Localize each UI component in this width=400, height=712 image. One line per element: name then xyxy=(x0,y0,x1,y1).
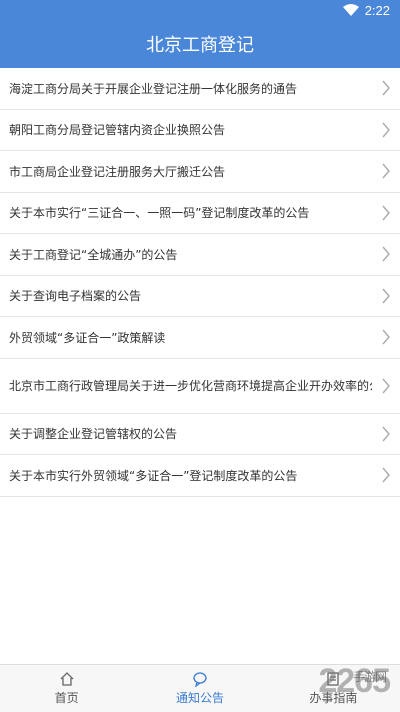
list-item-label: 关于本市实行“三证合一、一照一码”登记制度改革的公告 xyxy=(9,206,310,221)
status-bar: 2:22 xyxy=(0,0,400,20)
list-item-label: 关于本市实行外贸领域“多证合一”登记制度改革的公告 xyxy=(9,468,298,483)
list-item-label: 北京市工商行政管理局关于进一步优化营商环境提高企业开办效率的公告 xyxy=(9,379,372,393)
tab-home-label: 首页 xyxy=(54,691,79,705)
list-item[interactable]: 关于调整企业登记管辖权的公告 xyxy=(0,414,400,455)
list-item[interactable]: 外贸领域“多证合一”政策解读 xyxy=(0,317,400,359)
chevron-right-icon xyxy=(382,122,390,138)
list-item-label: 朝阳工商分局登记管辖内资企业换照公告 xyxy=(9,123,226,138)
list-item-label: 关于调整企业登记管辖权的公告 xyxy=(9,427,178,442)
status-time: 2:22 xyxy=(364,2,390,18)
notice-list: 海淀工商分局关于开展企业登记注册一体化服务的通告 朝阳工商分局登记管辖内资企业换… xyxy=(0,68,400,497)
chevron-right-icon xyxy=(382,80,390,96)
list-item-label: 外贸领域“多证合一”政策解读 xyxy=(9,330,166,345)
list-item[interactable]: 关于查询电子档案的公告 xyxy=(0,276,400,317)
chevron-right-icon xyxy=(382,163,390,179)
chevron-right-icon xyxy=(382,426,390,442)
list-item[interactable]: 北京市工商行政管理局关于进一步优化营商环境提高企业开办效率的公告 xyxy=(0,359,400,414)
chat-icon xyxy=(193,672,207,687)
watermark: 2265 手游网 xyxy=(318,662,391,701)
list-item[interactable]: 海淀工商分局关于开展企业登记注册一体化服务的通告 xyxy=(0,68,400,110)
list-item[interactable]: 朝阳工商分局登记管辖内资企业换照公告 xyxy=(0,110,400,151)
chevron-right-icon xyxy=(382,205,390,221)
chevron-right-icon xyxy=(382,378,390,393)
chevron-right-icon xyxy=(382,329,390,345)
tab-notices[interactable]: 通知公告 xyxy=(133,665,266,712)
list-item-label: 市工商局企业登记注册服务大厅搬迁公告 xyxy=(9,164,226,179)
chevron-right-icon xyxy=(382,467,390,483)
tab-home[interactable]: 首页 xyxy=(0,665,133,712)
list-item[interactable]: 关于本市实行外贸领域“多证合一”登记制度改革的公告 xyxy=(0,455,400,497)
list-item-label: 海淀工商分局关于开展企业登记注册一体化服务的通告 xyxy=(9,81,298,96)
list-item[interactable]: 市工商局企业登记注册服务大厅搬迁公告 xyxy=(0,151,400,193)
watermark-sub: 手游网 xyxy=(352,670,387,684)
home-icon xyxy=(60,672,74,686)
app-bar: 北京工商登记 xyxy=(0,20,400,68)
tab-notices-label: 通知公告 xyxy=(175,691,224,705)
list-item[interactable]: 关于本市实行“三证合一、一照一码”登记制度改革的公告 xyxy=(0,193,400,234)
page-title: 北京工商登记 xyxy=(146,35,254,56)
list-item[interactable]: 关于工商登记“全城通办”的公告 xyxy=(0,234,400,276)
chevron-right-icon xyxy=(382,246,390,262)
wifi-icon xyxy=(342,4,359,16)
chevron-right-icon xyxy=(382,288,390,304)
list-item-label: 关于工商登记“全城通办”的公告 xyxy=(9,247,178,262)
list-item-label: 关于查询电子档案的公告 xyxy=(9,289,142,304)
